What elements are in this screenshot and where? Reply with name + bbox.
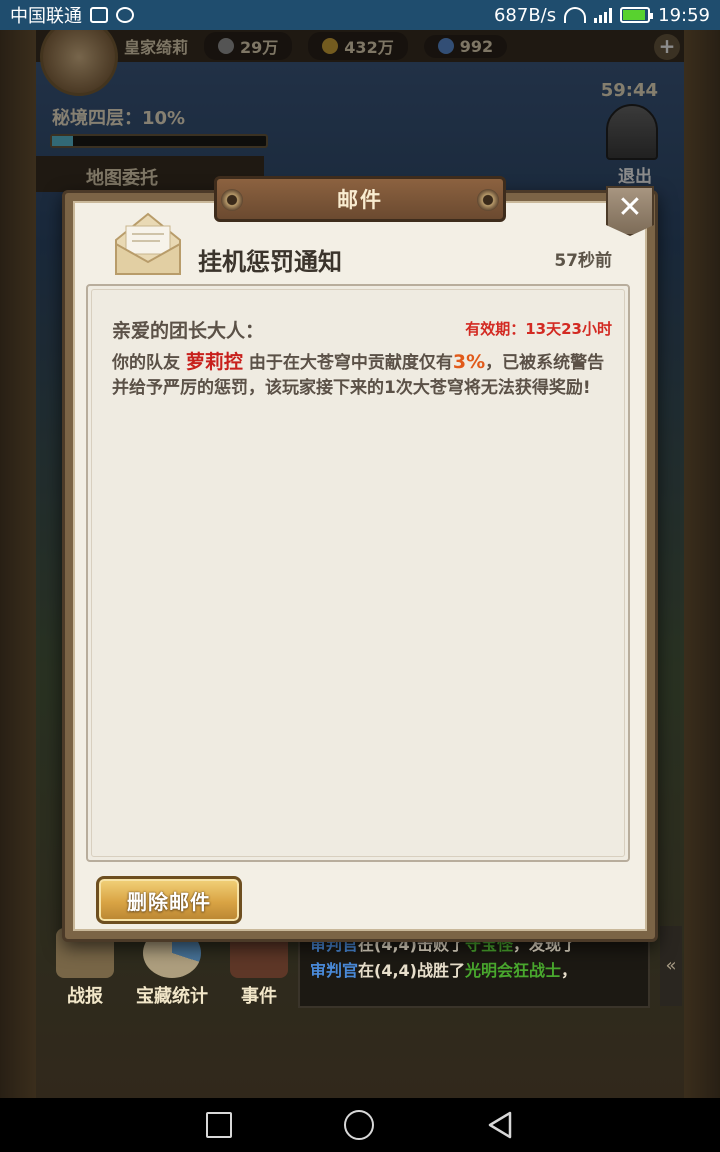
log-text: ， [561,961,578,980]
status-bar-right: 687B/s 19:59 [494,5,710,26]
contribution-percent: 3% [452,351,486,373]
carrier-label: 中国联通 [10,6,82,27]
mail-subject: 挂机惩罚通知 [198,247,342,276]
system-nav-bar [0,1098,720,1152]
envelope-icon [115,212,181,275]
close-icon: ✕ [617,189,643,225]
back-icon[interactable] [486,1110,514,1140]
recent-apps-icon[interactable] [206,1112,232,1138]
signal-icon [594,7,613,23]
mail-body-text: 由于在大苍穹中贡献度仅有 [242,353,453,373]
log-actor: 审判官 [310,961,359,980]
home-icon[interactable] [344,1110,374,1140]
log-line: 审判官在(4,4)战胜了光明会狂战士， [310,958,638,984]
mail-body: 你的队友 萝莉控 由于在大苍穹中贡献度仅有3%，已被系统警告并给予严厉的惩罚，该… [112,350,608,401]
dialog-title: 邮件 [214,176,506,222]
log-target: 光明会狂战士 [465,961,562,980]
mail-greeting: 亲爱的团长大人： [112,320,265,342]
plate-rivet-icon [221,189,243,211]
wifi-icon [564,7,587,23]
mail-body-text: 你的队友 [112,353,186,373]
plate-rivet-icon [477,189,499,211]
status-bar: 中国联通 687B/s 19:59 [0,0,720,30]
mail-timestamp: 57秒前 [554,251,612,271]
teammate-name: 萝莉控 [185,351,243,373]
image-icon [90,7,108,23]
mail-validity: 有效期：13天23小时 [465,320,612,338]
delete-mail-button[interactable]: 删除邮件 [96,876,242,924]
collapse-log-icon[interactable]: « [660,926,682,1006]
status-bar-left: 中国联通 [10,2,134,28]
net-speed: 687B/s [493,4,557,26]
battery-charging-icon [620,7,654,23]
events-label: 事件 [241,986,277,1007]
sync-icon [116,7,134,23]
log-text: 在(4,4)战胜了 [358,961,465,980]
treasure-stats-label: 宝藏统计 [136,986,208,1007]
battle-report-label: 战报 [67,986,103,1007]
dialog-title-text: 邮件 [337,188,383,212]
clock: 19:59 [658,4,710,26]
